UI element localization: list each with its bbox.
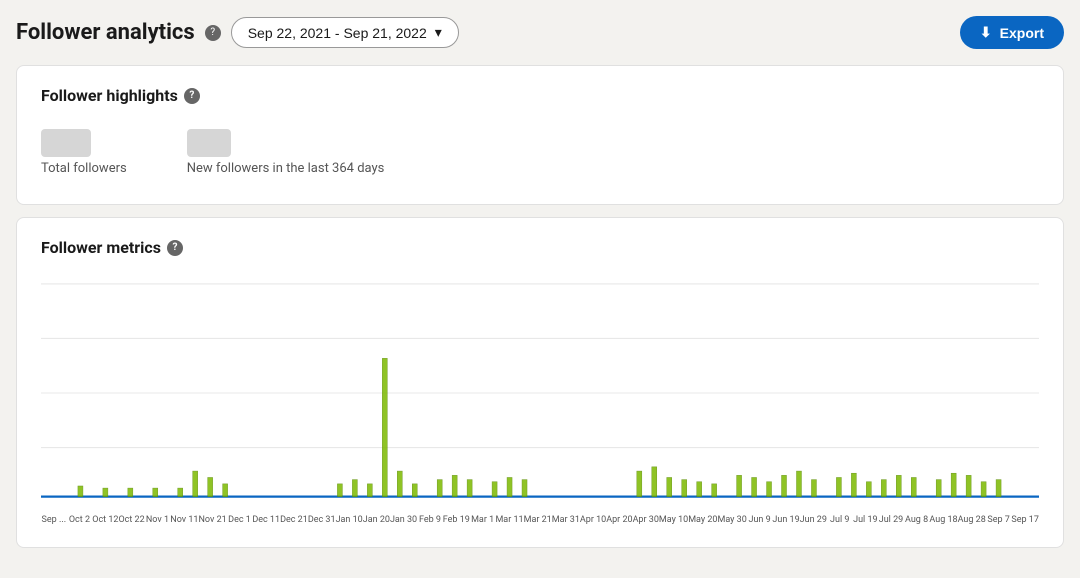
x-axis-label: May 20 — [688, 515, 717, 525]
export-button[interactable]: ⬇ Export — [960, 16, 1064, 49]
date-range-picker[interactable]: Sep 22, 2021 - Sep 21, 2022 ▾ — [231, 17, 459, 48]
x-axis-label: Nov 11 — [170, 515, 198, 525]
export-label: Export — [1000, 25, 1044, 41]
metrics-card: Follower metrics ? Sep ...Oct 2Oct 12Oct… — [16, 217, 1064, 548]
x-axis-label: Feb 9 — [417, 515, 443, 525]
download-icon: ⬇ — [980, 24, 992, 41]
x-axis-label: Sep 7 — [986, 515, 1012, 525]
x-axis-label: Mar 1 — [470, 515, 496, 525]
x-axis-label: Jan 20 — [363, 515, 390, 525]
x-axis-label: Mar 11 — [495, 515, 523, 525]
x-axis-label: Jan 30 — [390, 515, 417, 525]
total-followers-item: Total followers — [41, 129, 127, 176]
x-axis-label: Apr 20 — [606, 515, 632, 525]
chevron-down-icon: ▾ — [435, 24, 442, 41]
x-axis-label: Aug 28 — [958, 515, 986, 525]
header-left: Follower analytics ? Sep 22, 2021 - Sep … — [16, 17, 459, 48]
x-axis-label: Oct 2 — [67, 515, 93, 525]
x-axis: Sep ...Oct 2Oct 12Oct 22Nov 1Nov 11Nov 2… — [41, 513, 1039, 527]
x-axis-label: Jun 9 — [747, 515, 773, 525]
x-axis-label: Aug 18 — [929, 515, 957, 525]
page-title: Follower analytics — [16, 20, 195, 45]
x-axis-label: Jun 19 — [772, 515, 799, 525]
x-axis-label: Jun 29 — [800, 515, 827, 525]
total-followers-label: Total followers — [41, 161, 127, 176]
x-axis-label: Oct 22 — [118, 515, 144, 525]
x-axis-label: Jan 10 — [336, 515, 363, 525]
page-header: Follower analytics ? Sep 22, 2021 - Sep … — [16, 16, 1064, 49]
x-axis-label: Dec 1 — [227, 515, 253, 525]
x-axis-label: Mar 21 — [524, 515, 552, 525]
x-axis-label: Jul 19 — [853, 515, 879, 525]
total-followers-value — [41, 129, 91, 157]
highlights-title: Follower highlights ? — [41, 86, 1039, 105]
x-axis-label: Apr 30 — [633, 515, 659, 525]
x-axis-label: Dec 31 — [308, 515, 336, 525]
chart-container — [41, 273, 1039, 513]
x-axis-label: Nov 21 — [198, 515, 226, 525]
chart-svg — [41, 273, 1039, 513]
date-range-label: Sep 22, 2021 - Sep 21, 2022 — [248, 25, 427, 41]
x-axis-label: Apr 10 — [580, 515, 606, 525]
x-axis-label: Dec 11 — [252, 515, 280, 525]
x-axis-label: Jul 9 — [827, 515, 853, 525]
x-axis-label: Sep ... — [41, 515, 67, 525]
x-axis-label: Mar 31 — [552, 515, 580, 525]
x-axis-label: Nov 1 — [145, 515, 171, 525]
x-axis-label: Feb 19 — [443, 515, 470, 525]
metrics-help-icon[interactable]: ? — [167, 240, 183, 256]
highlights-card: Follower highlights ? Total followers Ne… — [16, 65, 1064, 205]
title-help-icon[interactable]: ? — [205, 25, 221, 41]
new-followers-item: New followers in the last 364 days — [187, 129, 385, 176]
x-axis-label: Sep 17 — [1011, 515, 1039, 525]
x-axis-label: May 30 — [717, 515, 746, 525]
new-followers-value — [187, 129, 231, 157]
highlights-help-icon[interactable]: ? — [184, 88, 200, 104]
x-axis-label: May 10 — [659, 515, 688, 525]
new-followers-label: New followers in the last 364 days — [187, 161, 385, 176]
x-axis-label: Aug 8 — [904, 515, 930, 525]
x-axis-label: Jul 29 — [878, 515, 904, 525]
x-axis-label: Oct 12 — [92, 515, 118, 525]
x-axis-label: Dec 21 — [280, 515, 308, 525]
metrics-title: Follower metrics ? — [41, 238, 1039, 257]
highlights-row: Total followers New followers in the las… — [41, 121, 1039, 184]
